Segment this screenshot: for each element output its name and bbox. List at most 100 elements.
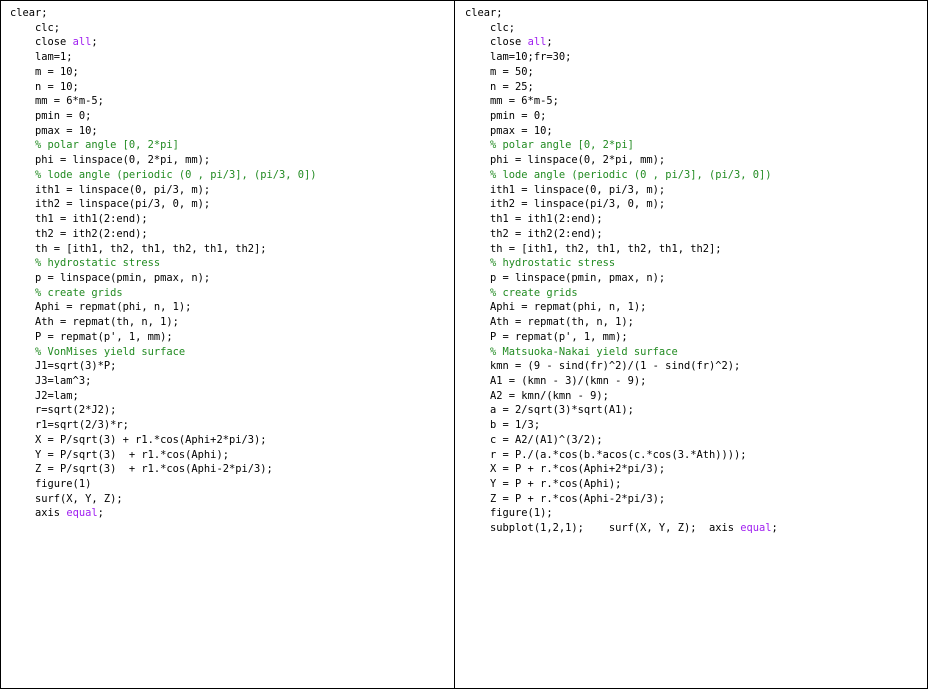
code-line: th1 = ith1(2:end); [465, 212, 778, 227]
code-line: Y = P + r.*cos(Aphi); [465, 477, 778, 492]
code-line: surf(X, Y, Z); [10, 492, 317, 507]
code-line: m = 10; [10, 65, 317, 80]
code-comment: % create grids [35, 286, 123, 299]
code-line: r = P./(a.*cos(b.*acos(c.*cos(3.*Ath))))… [465, 448, 778, 463]
code-line: p = linspace(pmin, pmax, n); [10, 271, 317, 286]
code-line: Aphi = repmat(phi, n, 1); [10, 300, 317, 315]
code-text: ith1 = linspace(0, pi/3, m); [10, 183, 211, 196]
code-line: axis equal; [10, 506, 317, 521]
code-comment: % VonMises yield surface [35, 345, 186, 358]
code-line: Ath = repmat(th, n, 1); [465, 315, 778, 330]
code-text: mm = 6*m-5; [465, 95, 559, 108]
code-line: J3=lam^3; [10, 374, 317, 389]
code-text: surf(X, Y, Z); [10, 492, 123, 505]
code-line: p = linspace(pmin, pmax, n); [465, 271, 778, 286]
code-line: r=sqrt(2*J2); [10, 403, 317, 418]
code-text: Z = P + r.*cos(Aphi-2*pi/3); [465, 492, 666, 505]
code-comment: % create grids [490, 286, 578, 299]
code-text: J3=lam^3; [10, 374, 92, 387]
code-line: J2=lam; [10, 389, 317, 404]
code-line: b = 1/3; [465, 418, 778, 433]
code-text: r = P./(a.*cos(b.*acos(c.*cos(3.*Ath))))… [465, 448, 747, 461]
code-line: ith1 = linspace(0, pi/3, m); [465, 183, 778, 198]
code-text: axis [10, 507, 67, 520]
code-line: % Matsuoka-Nakai yield surface [465, 345, 778, 360]
code-line: % hydrostatic stress [10, 256, 317, 271]
code-text: figure(1); [465, 507, 553, 520]
code-comment: % Matsuoka-Nakai yield surface [490, 345, 678, 358]
code-text: P = repmat(p', 1, mm); [465, 330, 628, 343]
code-line: th = [ith1, th2, th1, th2, th1, th2]; [465, 242, 778, 257]
code-text: Aphi = repmat(phi, n, 1); [10, 301, 192, 314]
code-line: th2 = ith2(2:end); [465, 227, 778, 242]
code-line: X = P/sqrt(3) + r1.*cos(Aphi+2*pi/3); [10, 433, 317, 448]
right-code-panel: clear; clc; close all; lam=10;fr=30; m =… [455, 1, 927, 688]
code-text: lam=10;fr=30; [465, 51, 572, 64]
code-line: % create grids [10, 286, 317, 301]
code-text: m = 10; [10, 65, 79, 78]
code-line: n = 10; [10, 80, 317, 95]
code-keyword: equal [740, 522, 772, 535]
code-line: mm = 6*m-5; [465, 94, 778, 109]
code-text: pmin = 0; [10, 110, 92, 123]
code-line: ith1 = linspace(0, pi/3, m); [10, 183, 317, 198]
code-text: c = A2/(A1)^(3/2); [465, 433, 603, 446]
code-text: Y = P + r.*cos(Aphi); [465, 478, 622, 490]
code-line: P = repmat(p', 1, mm); [465, 330, 778, 345]
code-text: p = linspace(pmin, pmax, n); [10, 271, 211, 284]
code-text: Aphi = repmat(phi, n, 1); [465, 301, 647, 314]
code-line: % hydrostatic stress [465, 256, 778, 271]
code-text: n = 25; [465, 80, 534, 93]
code-text: pmax = 10; [10, 124, 98, 137]
code-line: pmin = 0; [10, 109, 317, 124]
code-text: X = P/sqrt(3) + r1.*cos(Aphi+2*pi/3); [10, 433, 267, 446]
code-line: Aphi = repmat(phi, n, 1); [465, 300, 778, 315]
code-line: lam=10;fr=30; [465, 50, 778, 65]
code-line: clc; [10, 21, 317, 36]
code-text: A1 = (kmn - 3)/(kmn - 9); [465, 374, 647, 387]
code-line: th1 = ith1(2:end); [10, 212, 317, 227]
code-line: n = 25; [465, 80, 778, 95]
code-line: % VonMises yield surface [10, 345, 317, 360]
code-text: ith2 = linspace(pi/3, 0, m); [10, 198, 211, 211]
code-text: p = linspace(pmin, pmax, n); [465, 271, 666, 284]
code-text: subplot(1,2,1); surf(X, Y, Z); axis [465, 522, 741, 535]
code-line: clear; [465, 6, 778, 21]
code-text: Y = P/sqrt(3) + r1.*cos(Aphi); [10, 448, 229, 461]
code-line: lam=1; [10, 50, 317, 65]
code-line: m = 50; [465, 65, 778, 80]
code-text: ; [91, 36, 98, 49]
code-line: c = A2/(A1)^(3/2); [465, 433, 778, 448]
code-text: close [10, 36, 73, 49]
code-text: J1=sqrt(3)*P; [10, 360, 117, 373]
code-line: clc; [465, 21, 778, 36]
code-comment: % hydrostatic stress [490, 257, 616, 270]
code-line: % lode angle (periodic (0 , pi/3], (pi/3… [10, 168, 317, 183]
code-line: figure(1); [465, 506, 778, 521]
code-comment: % lode angle (periodic (0 , pi/3], (pi/3… [490, 168, 772, 181]
code-comment: % lode angle (periodic (0 , pi/3], (pi/3… [35, 168, 317, 181]
left-code-panel: clear; clc; close all; lam=1; m = 10; n … [1, 1, 455, 688]
code-line: close all; [10, 35, 317, 50]
code-text: clear; [10, 7, 48, 19]
code-comment: % hydrostatic stress [35, 257, 161, 270]
code-text: kmn = (9 - sind(fr)^2)/(1 - sind(fr)^2); [465, 360, 741, 373]
code-text: figure(1) [10, 478, 92, 490]
code-line: figure(1) [10, 477, 317, 492]
code-line: th2 = ith2(2:end); [10, 227, 317, 242]
code-text: th = [ith1, th2, th1, th2, th1, th2]; [465, 242, 722, 255]
code-line: th = [ith1, th2, th1, th2, th1, th2]; [10, 242, 317, 257]
code-text: r1=sqrt(2/3)*r; [10, 419, 129, 432]
code-line: X = P + r.*cos(Aphi+2*pi/3); [465, 462, 778, 477]
right-code-listing: clear; clc; close all; lam=10;fr=30; m =… [465, 6, 778, 536]
code-text: close [465, 36, 528, 49]
code-line: pmin = 0; [465, 109, 778, 124]
code-text: r=sqrt(2*J2); [10, 404, 117, 417]
code-text: ith2 = linspace(pi/3, 0, m); [465, 198, 666, 211]
